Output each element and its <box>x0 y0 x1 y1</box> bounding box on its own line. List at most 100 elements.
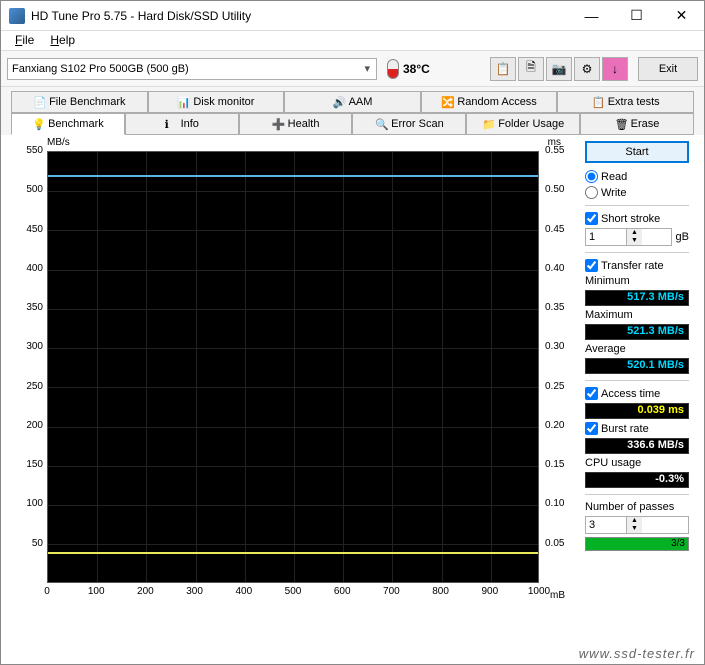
passes-down[interactable]: ▼ <box>627 525 642 533</box>
average-value: 520.1 MB/s <box>585 358 689 374</box>
passes-progress: 3/3 <box>585 537 689 551</box>
benchmark-icon: 💡 <box>32 118 44 130</box>
health-icon: ➕ <box>272 118 284 130</box>
settings-button[interactable]: ⚙ <box>574 57 600 81</box>
y-tick-right: 0.25 <box>545 381 564 392</box>
passes-input[interactable] <box>586 517 626 533</box>
write-label: Write <box>601 187 626 199</box>
y-tick-left: 350 <box>13 302 43 313</box>
y-tick-right: 0.30 <box>545 341 564 352</box>
chart-area: MB/s ms 50100150200250300350400450500550… <box>11 141 579 601</box>
cpu-usage-value: -0.3% <box>585 472 689 488</box>
menu-file[interactable]: File <box>7 31 42 50</box>
minimize-button[interactable]: — <box>569 1 614 31</box>
app-icon <box>9 8 25 24</box>
tab-erase[interactable]: 🗑Erase <box>580 113 694 135</box>
folder-usage-icon: 📁 <box>482 118 494 130</box>
tab-file-benchmark[interactable]: 📄File Benchmark <box>11 91 148 113</box>
read-radio[interactable] <box>585 170 598 183</box>
x-tick: 300 <box>180 586 210 597</box>
tabs-row-bottom: 💡Benchmark ℹInfo ➕Health 🔍Error Scan 📁Fo… <box>1 113 704 135</box>
menu-help[interactable]: Help <box>42 31 83 50</box>
start-button[interactable]: Start <box>585 141 689 163</box>
y-tick-left: 550 <box>13 145 43 156</box>
tab-benchmark[interactable]: 💡Benchmark <box>11 113 125 135</box>
passes-progress-text: 3/3 <box>671 538 685 549</box>
tab-error-scan[interactable]: 🔍Error Scan <box>352 113 466 135</box>
short-stroke-checkbox[interactable] <box>585 212 598 225</box>
cpu-usage-label: CPU usage <box>585 457 689 469</box>
x-tick: 700 <box>376 586 406 597</box>
aam-icon: 🔊 <box>333 96 345 108</box>
y-tick-left: 400 <box>13 263 43 274</box>
y-tick-left: 50 <box>13 538 43 549</box>
burst-rate-checkbox[interactable] <box>585 422 598 435</box>
passes-label: Number of passes <box>585 501 689 513</box>
maximum-value: 521.3 MB/s <box>585 324 689 340</box>
tab-aam[interactable]: 🔊AAM <box>284 91 421 113</box>
y-tick-right: 0.20 <box>545 420 564 431</box>
access-time-checkbox[interactable] <box>585 387 598 400</box>
y-tick-right: 0.50 <box>545 184 564 195</box>
temperature-value: 38°C <box>403 62 430 76</box>
random-access-icon: 🔀 <box>441 96 453 108</box>
access-time-label: Access time <box>601 388 660 400</box>
info-icon: ℹ <box>165 118 177 130</box>
copy-info-button[interactable]: 📋 <box>490 57 516 81</box>
y-tick-left: 500 <box>13 184 43 195</box>
access-time-line <box>48 552 538 554</box>
spinner-up[interactable]: ▲ <box>627 229 642 237</box>
tab-health[interactable]: ➕Health <box>239 113 353 135</box>
toolbar: Fanxiang S102 Pro 500GB (500 gB) 38°C 📋 … <box>1 51 704 87</box>
short-stroke-spinner[interactable]: ▲▼ <box>585 228 672 246</box>
temperature-display: 38°C <box>387 59 430 79</box>
close-button[interactable]: ✕ <box>659 1 704 31</box>
transfer-rate-line <box>48 175 538 177</box>
write-radio[interactable] <box>585 186 598 199</box>
side-panel: Start Read Write Short stroke ▲▼ gB Tran… <box>585 141 689 654</box>
spinner-down[interactable]: ▼ <box>627 237 642 245</box>
drive-select-value: Fanxiang S102 Pro 500GB (500 gB) <box>12 63 189 75</box>
exit-button[interactable]: Exit <box>638 57 698 81</box>
tab-info[interactable]: ℹInfo <box>125 113 239 135</box>
y-axis-left-label: MB/s <box>47 137 70 148</box>
y-tick-left: 450 <box>13 224 43 235</box>
transfer-rate-checkbox[interactable] <box>585 259 598 272</box>
save-button[interactable]: ↓ <box>602 57 628 81</box>
tab-random-access[interactable]: 🔀Random Access <box>421 91 558 113</box>
tab-disk-monitor[interactable]: 📊Disk monitor <box>148 91 285 113</box>
copy-screenshot-button[interactable]: 🗎 <box>518 57 544 81</box>
y-tick-left: 300 <box>13 341 43 352</box>
x-tick: 200 <box>130 586 160 597</box>
x-tick: 600 <box>327 586 357 597</box>
y-tick-right: 0.35 <box>545 302 564 313</box>
gb-label: gB <box>676 231 689 243</box>
passes-spinner[interactable]: ▲▼ <box>585 516 689 534</box>
y-tick-left: 100 <box>13 498 43 509</box>
passes-up[interactable]: ▲ <box>627 517 642 525</box>
menubar: File Help <box>1 31 704 51</box>
x-tick: 0 <box>32 586 62 597</box>
y-tick-right: 0.45 <box>545 224 564 235</box>
minimum-label: Minimum <box>585 275 689 287</box>
watermark: www.ssd-tester.fr <box>579 646 695 661</box>
x-axis-label: mB <box>550 590 565 601</box>
read-label: Read <box>601 171 627 183</box>
thermometer-icon <box>387 59 399 79</box>
tab-folder-usage[interactable]: 📁Folder Usage <box>466 113 580 135</box>
window-title: HD Tune Pro 5.75 - Hard Disk/SSD Utility <box>31 9 569 23</box>
tab-extra-tests[interactable]: 📋Extra tests <box>557 91 694 113</box>
drive-select[interactable]: Fanxiang S102 Pro 500GB (500 gB) <box>7 58 377 80</box>
y-tick-right: 0.55 <box>545 145 564 156</box>
short-stroke-label: Short stroke <box>601 213 660 225</box>
erase-icon: 🗑 <box>615 118 627 130</box>
disk-monitor-icon: 📊 <box>177 96 189 108</box>
maximum-label: Maximum <box>585 309 689 321</box>
titlebar: HD Tune Pro 5.75 - Hard Disk/SSD Utility… <box>1 1 704 31</box>
screenshot-button[interactable]: 📷 <box>546 57 572 81</box>
short-stroke-input[interactable] <box>586 229 626 245</box>
y-tick-right: 0.40 <box>545 263 564 274</box>
burst-rate-label: Burst rate <box>601 423 649 435</box>
access-time-value: 0.039 ms <box>585 403 689 419</box>
maximize-button[interactable]: ☐ <box>614 1 659 31</box>
